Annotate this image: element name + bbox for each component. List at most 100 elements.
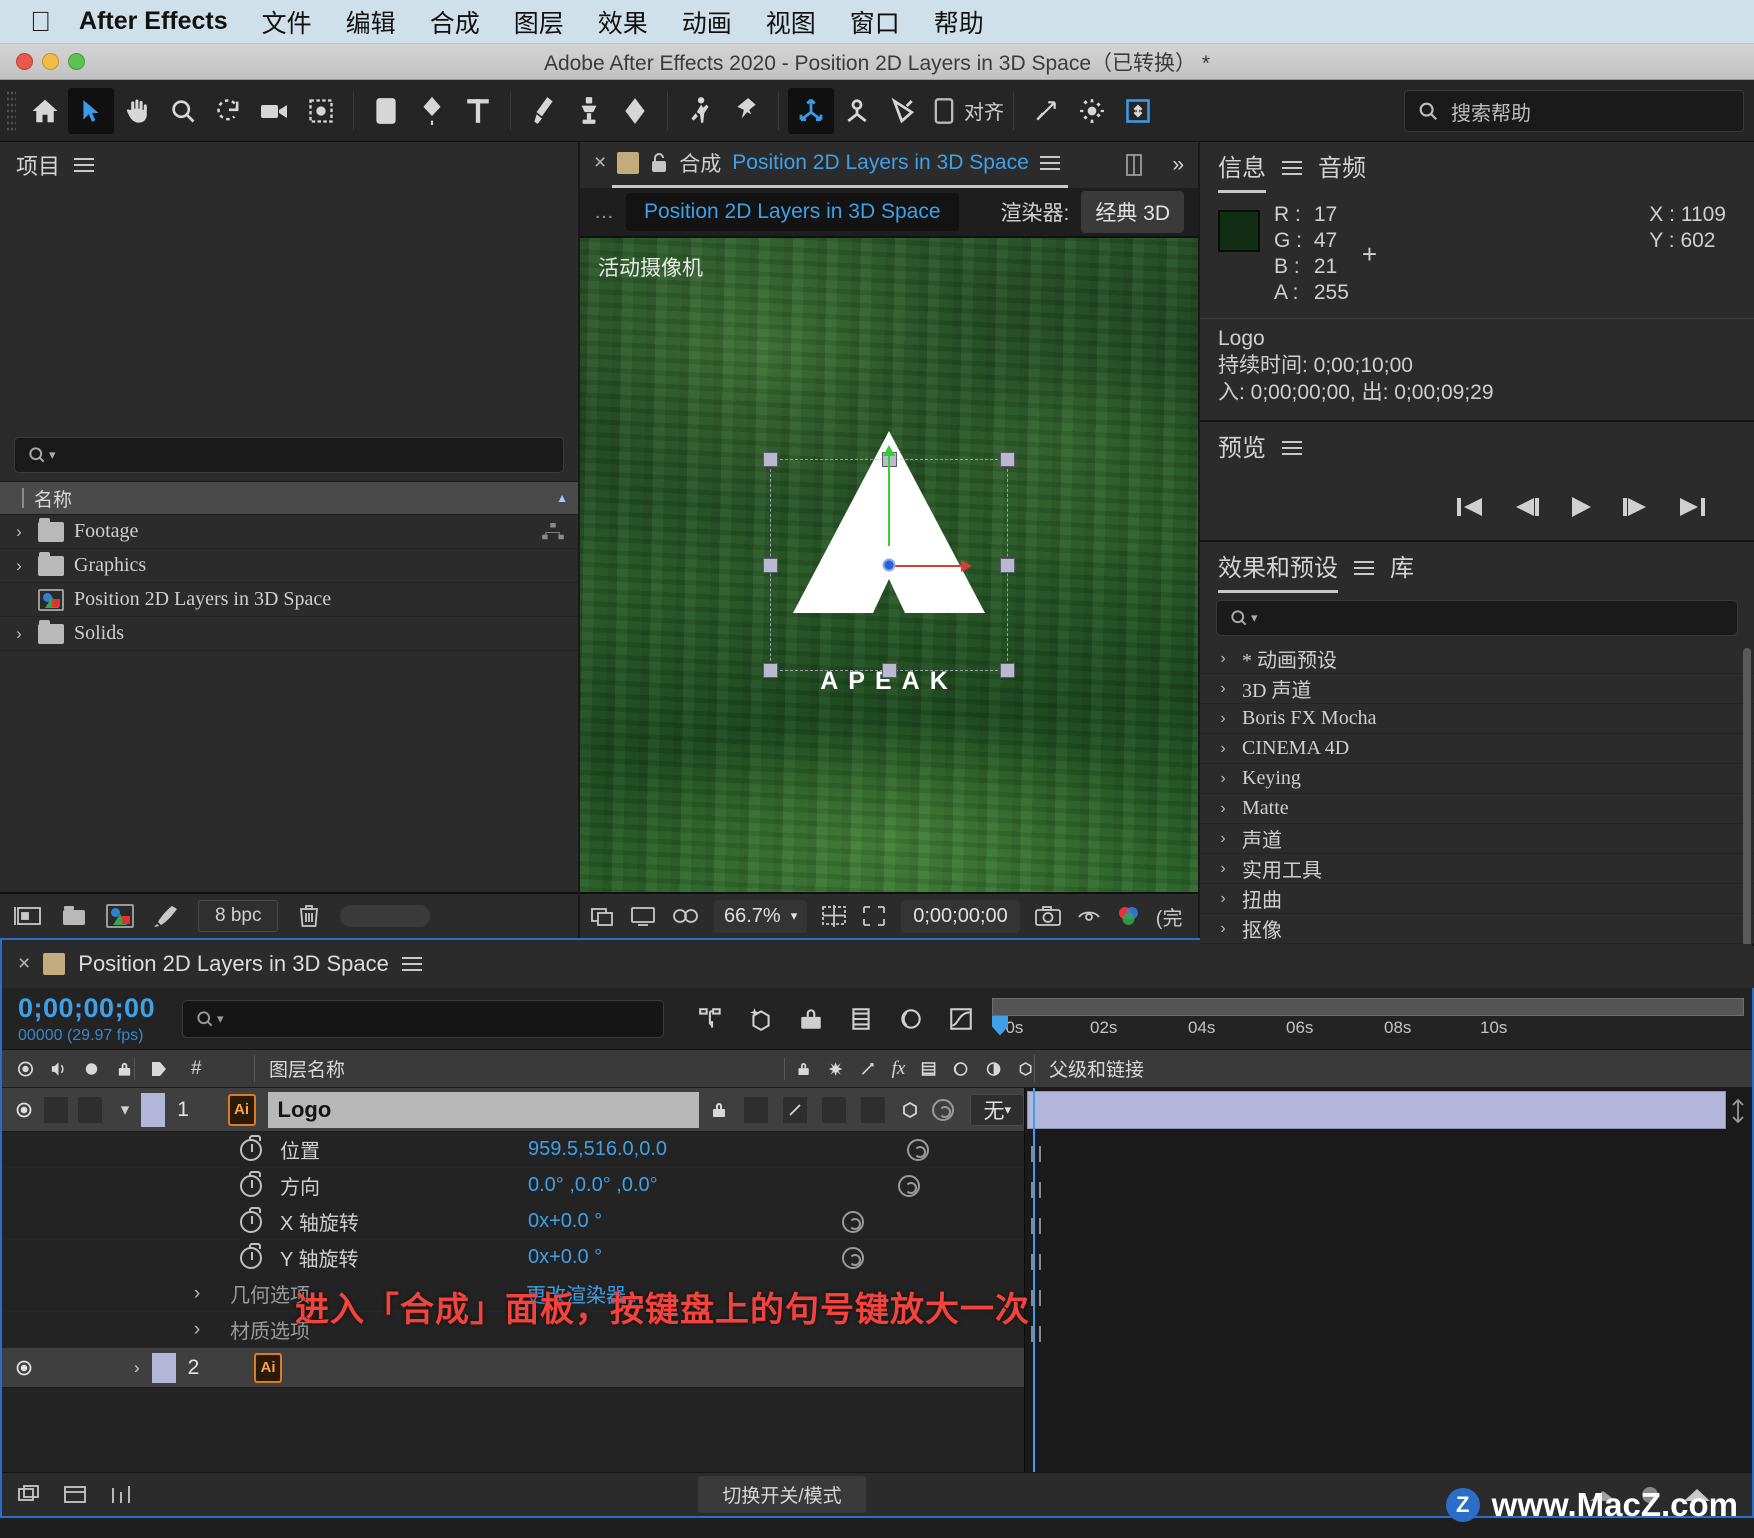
menu-item-file[interactable]: 文件 (262, 4, 312, 40)
timeline-search-input[interactable]: ▾ (182, 999, 664, 1038)
tab-info[interactable]: 信息 (1218, 148, 1266, 193)
chevron-right-icon[interactable]: › (188, 1283, 206, 1305)
selection-tool-icon[interactable] (68, 87, 114, 134)
property-pickwhip-icon[interactable] (842, 1210, 865, 1233)
next-frame-icon[interactable] (1620, 494, 1652, 520)
shape-tool-icon[interactable] (363, 88, 409, 134)
chevron-right-icon[interactable]: › (1214, 920, 1232, 938)
layer-solo-toggle[interactable] (78, 1096, 102, 1123)
menu-item-view[interactable]: 视图 (766, 4, 816, 40)
selection-handle[interactable] (763, 558, 778, 573)
chevron-right-icon[interactable]: › (10, 624, 28, 644)
selection-handle[interactable] (763, 452, 778, 467)
selection-handle[interactable] (882, 663, 897, 678)
puppet-pin-tool-icon[interactable] (723, 88, 769, 134)
apple-logo-icon[interactable]:  (30, 7, 51, 36)
property-value[interactable]: 959.5,516.0,0.0 (528, 1138, 667, 1161)
comp-timecode[interactable]: 0;00;00;00 (901, 899, 1020, 933)
track-stretch-icon[interactable] (1727, 1098, 1749, 1124)
effects-category-row[interactable]: › 声道 (1200, 824, 1754, 854)
table-row[interactable]: ▾ 1 Ai Logo 无 ▾ (2, 1088, 1024, 1132)
snapshot-camera-icon[interactable] (1034, 905, 1062, 927)
safe-zones-icon[interactable] (821, 904, 847, 928)
layer-selection-box[interactable] (763, 445, 1015, 678)
effects-category-row[interactable]: › CINEMA 4D (1200, 734, 1754, 764)
effects-category-row[interactable]: › 3D 声道 (1200, 674, 1754, 704)
tab-preview[interactable]: 预览 (1218, 428, 1266, 469)
resolution-select[interactable]: (完 (1156, 902, 1183, 931)
effects-category-row[interactable]: › 抠像 (1200, 914, 1754, 944)
layer-label-color[interactable] (151, 1352, 176, 1383)
property-row-x-rotation[interactable]: X 轴旋转 0x+0.0 ° (2, 1204, 1024, 1240)
parent-pickwhip-icon[interactable] (932, 1098, 955, 1121)
chevron-right-icon[interactable]: › (10, 522, 28, 542)
chevron-right-icon[interactable]: › (188, 1319, 206, 1341)
type-tool-icon[interactable] (455, 88, 501, 134)
close-icon[interactable]: × (594, 151, 606, 175)
new-folder-icon[interactable] (60, 904, 88, 928)
chevron-right-icon[interactable]: › (1214, 830, 1232, 848)
layer-duration-bar[interactable] (1027, 1091, 1726, 1129)
layer-quality-switch[interactable] (782, 1096, 807, 1123)
bit-depth-button[interactable]: 8 bpc (198, 900, 279, 932)
hide-shy-layers-icon[interactable] (798, 1006, 824, 1032)
play-icon[interactable] (1566, 494, 1596, 520)
chevron-right-icon[interactable]: › (1214, 650, 1232, 668)
timeline-current-time[interactable]: 0;00;00;00 00000 (29.97 fps) (2, 993, 182, 1045)
sort-indicator-icon[interactable]: ▲ (556, 491, 568, 505)
solo-icon[interactable] (82, 1059, 101, 1079)
property-pickwhip-icon[interactable] (897, 1174, 920, 1197)
toggle-alpha-icon[interactable] (590, 905, 616, 927)
chevron-down-icon[interactable]: ▾ (121, 1100, 130, 1120)
project-item-composition[interactable]: Position 2D Layers in 3D Space (0, 583, 578, 617)
y-axis-arrow-icon[interactable] (883, 445, 895, 546)
workspace-layout-icon[interactable] (1115, 88, 1161, 134)
layer-3d-switch[interactable] (900, 1100, 920, 1120)
timeline-panel-menu-icon[interactable] (401, 953, 422, 975)
stopwatch-icon[interactable] (240, 1242, 262, 1269)
property-row-y-rotation[interactable]: Y 轴旋转 0x+0.0 ° (2, 1240, 1024, 1276)
comp-flowchart-icon[interactable] (16, 1483, 42, 1507)
last-frame-icon[interactable] (1676, 494, 1708, 520)
zoom-tool-icon[interactable] (160, 88, 206, 134)
render-quality-icon[interactable] (630, 905, 656, 927)
menu-item-effect[interactable]: 效果 (598, 4, 648, 40)
property-pickwhip-icon[interactable] (842, 1246, 865, 1269)
track-z-tool-icon[interactable] (880, 88, 926, 134)
hand-tool-icon[interactable] (114, 88, 160, 134)
draft-3d-icon[interactable] (748, 1006, 774, 1032)
project-settings-icon[interactable] (152, 904, 180, 928)
snapping-control[interactable]: 对齐 (932, 96, 1004, 125)
composition-panel-menu-icon[interactable] (1039, 152, 1060, 174)
comp-name-chip[interactable]: Position 2D Layers in 3D Space (626, 193, 959, 231)
selection-handle[interactable] (1000, 452, 1015, 467)
layer-frameblend-switch[interactable] (860, 1096, 885, 1123)
parent-select[interactable]: 无 ▾ (970, 1093, 1024, 1126)
effects-category-row[interactable]: › 实用工具 (1200, 854, 1754, 884)
toggle-switches-modes-button[interactable]: 切换开关/模式 (698, 1476, 866, 1513)
preview-panel-menu-icon[interactable] (1282, 437, 1302, 459)
chevron-right-icon[interactable]: › (1214, 680, 1232, 698)
more-panels-icon[interactable]: » (1172, 153, 1184, 177)
effects-panel-menu-icon[interactable] (1354, 557, 1374, 579)
chevron-right-icon[interactable]: › (1214, 740, 1232, 758)
project-horizontal-scrollbar[interactable] (340, 905, 431, 927)
lock-icon[interactable] (650, 152, 668, 174)
audio-icon[interactable] (49, 1059, 68, 1079)
clone-stamp-tool-icon[interactable] (566, 88, 612, 134)
show-snapshot-icon[interactable] (1076, 905, 1102, 927)
toolbar-grip[interactable] (6, 89, 16, 132)
menu-item-composition[interactable]: 合成 (430, 4, 480, 40)
help-search-box[interactable]: 搜索帮助 (1404, 90, 1744, 132)
tab-effects-presets[interactable]: 效果和预设 (1218, 548, 1338, 593)
layer-visibility-toggle[interactable] (14, 1358, 34, 1378)
rotation-tool-icon[interactable] (206, 88, 252, 134)
menu-app-name[interactable]: After Effects (79, 7, 228, 36)
zoom-level-select[interactable]: 66.7% ▾ (714, 899, 808, 933)
effects-category-row[interactable]: › Keying (1200, 764, 1754, 794)
new-composition-icon[interactable] (106, 904, 134, 928)
project-item-graphics[interactable]: › Graphics (0, 549, 578, 583)
graph-editor-icon[interactable] (948, 1006, 974, 1032)
table-row[interactable]: › 2 Ai (2, 1348, 1024, 1388)
label-tag-icon[interactable] (149, 1059, 169, 1079)
